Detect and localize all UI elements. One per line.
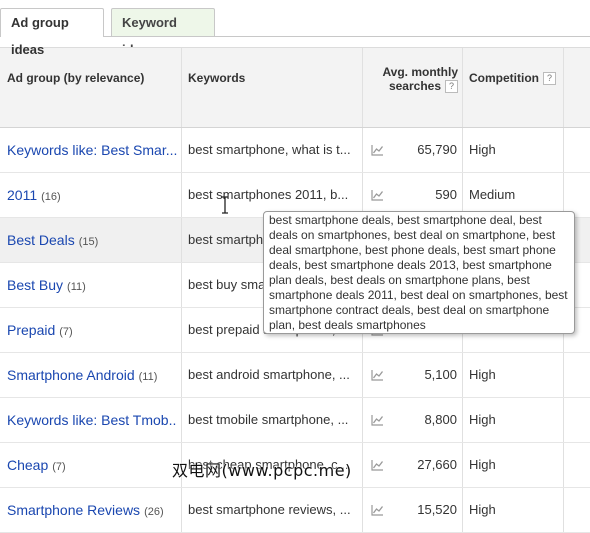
column-divider xyxy=(462,488,463,532)
table-header: Ad group (by relevance) Keywords Avg. mo… xyxy=(0,47,590,128)
column-divider xyxy=(563,488,564,532)
keyword-count: (7) xyxy=(59,326,73,338)
trend-chart-icon[interactable] xyxy=(371,443,385,487)
column-divider xyxy=(462,128,463,172)
column-divider xyxy=(362,353,363,397)
column-divider xyxy=(462,353,463,397)
watermark: 双电网(www.pcpc.me) xyxy=(172,461,352,480)
header-avg-line2: searches xyxy=(388,79,441,93)
column-divider xyxy=(462,443,463,487)
competition-value: High xyxy=(469,367,496,382)
competition-value: High xyxy=(469,412,496,427)
ad-group-cell: Keywords like: Best Smar... xyxy=(7,128,177,172)
avg-monthly-searches-value: 27,660 xyxy=(417,457,457,472)
help-icon[interactable]: ? xyxy=(445,80,458,94)
ad-group-cell: Smartphone Reviews (26) xyxy=(7,488,177,532)
header-competition-text: Competition xyxy=(469,71,539,85)
table-row[interactable]: Smartphone Android (11) best android smart… xyxy=(0,353,590,398)
ad-group-link[interactable]: Best Buy xyxy=(7,277,63,293)
ad-group-cell: Cheap (7) xyxy=(7,443,177,487)
keywords-cell[interactable]: best tmobile smartphone, ... xyxy=(188,398,356,442)
ad-group-link[interactable]: Keywords like: Best Tmob... xyxy=(7,412,177,428)
trend-chart-icon[interactable] xyxy=(371,488,385,532)
ad-group-cell: Keywords like: Best Tmob... xyxy=(7,398,177,442)
competition-value: High xyxy=(469,457,496,472)
keyword-count: (15) xyxy=(78,236,99,248)
column-divider xyxy=(362,128,363,172)
trend-chart-icon[interactable] xyxy=(371,353,385,397)
keywords-cell[interactable]: best smartphone, what is t... xyxy=(188,128,356,172)
keywords-cell[interactable]: best smartphone reviews, ... xyxy=(188,488,356,532)
keywords-tooltip: best smartphone deals, best smartphone d… xyxy=(263,211,575,334)
trend-chart-icon[interactable] xyxy=(371,398,385,442)
ad-group-link[interactable]: Cheap xyxy=(7,457,48,473)
column-divider xyxy=(362,443,363,487)
keyword-count: (11) xyxy=(67,281,86,293)
ad-group-link[interactable]: Smartphone Reviews xyxy=(7,502,140,518)
table-row[interactable]: Smartphone Reviews (26) best smartphone re… xyxy=(0,488,590,533)
avg-monthly-searches-value: 5,100 xyxy=(424,367,457,382)
keyword-count: (7) xyxy=(52,461,66,473)
header-competition-label: Competition? xyxy=(469,71,556,86)
ad-group-cell: Best Deals (15) xyxy=(7,218,177,262)
keyword-count: (26) xyxy=(144,506,164,518)
header-keywords[interactable]: Keywords xyxy=(182,48,362,128)
trend-chart-icon[interactable] xyxy=(371,128,385,172)
avg-monthly-searches-value: 8,800 xyxy=(424,412,457,427)
ad-group-link[interactable]: Best Deals xyxy=(7,232,75,248)
tab-bar: Ad group ideas Keyword ideas xyxy=(0,0,590,57)
column-divider xyxy=(181,398,182,442)
column-divider xyxy=(181,308,182,352)
ad-group-cell: Smartphone Android (11) xyxy=(7,353,177,397)
keyword-count: (16) xyxy=(41,191,61,203)
avg-monthly-searches-value: 65,790 xyxy=(417,142,457,157)
ad-group-cell: 2011 (16) xyxy=(7,173,177,217)
ad-group-link[interactable]: 2011 xyxy=(7,187,37,203)
column-divider xyxy=(181,218,182,262)
competition-value: High xyxy=(469,142,496,157)
text-cursor-icon xyxy=(222,196,228,214)
column-divider xyxy=(362,488,363,532)
header-ad-group-label: Ad group (by relevance) xyxy=(7,71,145,85)
tab-keyword-ideas[interactable]: Keyword ideas xyxy=(111,8,215,57)
column-divider xyxy=(462,398,463,442)
ad-group-link[interactable]: Keywords like: Best Smar... xyxy=(7,142,177,158)
column-divider xyxy=(181,173,182,217)
tab-ad-group-ideas[interactable]: Ad group ideas xyxy=(0,8,104,57)
keyword-count: (11) xyxy=(138,371,158,383)
header-avg-line1: Avg. monthly xyxy=(382,65,458,79)
ad-group-cell: Best Buy (11) xyxy=(7,263,177,307)
avg-monthly-searches-value: 15,520 xyxy=(417,502,457,517)
keywords-cell[interactable]: best android smartphone, ... xyxy=(188,353,356,397)
ad-group-link[interactable]: Prepaid xyxy=(7,322,55,338)
competition-value: High xyxy=(469,502,496,517)
column-divider xyxy=(181,488,182,532)
header-avg-monthly-searches[interactable]: Avg. monthly searches? xyxy=(363,48,462,128)
column-divider xyxy=(563,398,564,442)
column-divider xyxy=(563,128,564,172)
ad-group-link[interactable]: Smartphone Android xyxy=(7,367,135,383)
column-divider xyxy=(563,48,564,127)
header-keywords-label: Keywords xyxy=(188,71,246,85)
table-row[interactable]: Keywords like: Best Tmob... best tmobile … xyxy=(0,398,590,443)
column-divider xyxy=(563,443,564,487)
column-divider xyxy=(362,398,363,442)
column-divider xyxy=(181,353,182,397)
header-avg-label: Avg. monthly searches? xyxy=(382,65,458,94)
header-competition[interactable]: Competition? xyxy=(463,48,563,128)
help-icon[interactable]: ? xyxy=(543,72,556,86)
column-divider xyxy=(181,263,182,307)
ad-group-cell: Prepaid (7) xyxy=(7,308,177,352)
column-divider xyxy=(563,353,564,397)
table-row[interactable]: Keywords like: Best Smar... best smartpho… xyxy=(0,128,590,173)
column-divider xyxy=(181,128,182,172)
